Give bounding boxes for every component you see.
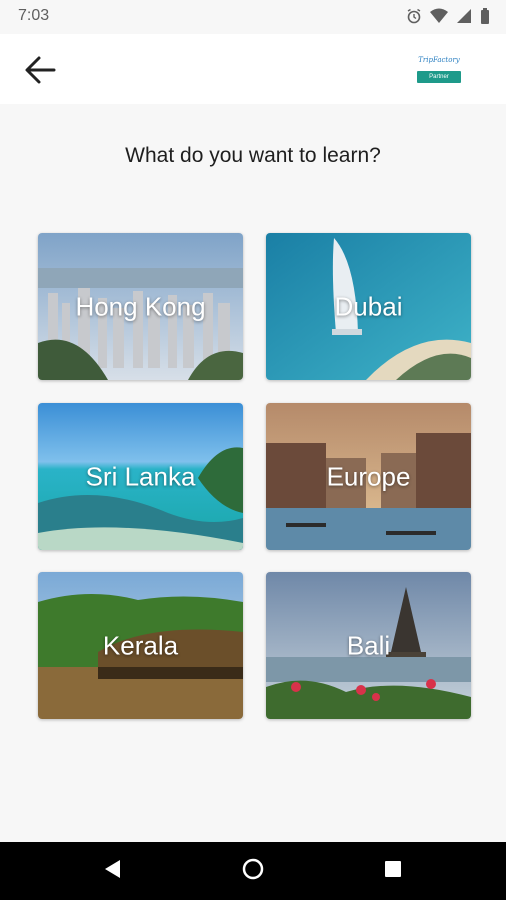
destination-label: Bali [346, 630, 391, 660]
tripfactory-partner-logo: TripFactory Partner [414, 48, 464, 90]
destination-tile-dubai[interactable]: Dubai [266, 233, 471, 380]
app-bar: TripFactory Partner [0, 34, 506, 104]
destination-tile-sri-lanka[interactable]: Sri Lanka [38, 403, 243, 550]
destination-label: Dubai [334, 291, 403, 321]
battery-icon [480, 8, 490, 29]
destination-tile-hong-kong[interactable]: Hong Kong [38, 233, 243, 380]
signal-icon [456, 8, 472, 29]
main-content: What do you want to learn? Hong Kong Dub… [0, 104, 506, 842]
destination-tile-bali[interactable]: Bali [266, 572, 471, 719]
wifi-icon [430, 8, 448, 29]
status-icons [406, 8, 490, 29]
destination-label: Sri Lanka [85, 461, 196, 491]
nav-recent-icon [383, 859, 403, 884]
status-time: 7:03 [18, 7, 50, 24]
nav-recent-button[interactable] [378, 856, 408, 886]
page-title: What do you want to learn? [125, 144, 381, 167]
arrow-left-icon [23, 53, 57, 92]
back-button[interactable] [20, 52, 60, 92]
logo-brand-text: TripFactory [418, 56, 460, 64]
system-nav-bar [0, 842, 506, 900]
destination-label: Europe [326, 461, 411, 491]
logo-partner-badge: Partner [417, 71, 461, 83]
alarm-icon [406, 8, 422, 29]
destination-label: Hong Kong [75, 291, 206, 321]
nav-back-icon [102, 858, 124, 885]
destination-label: Kerala [102, 630, 179, 660]
nav-back-button[interactable] [98, 856, 128, 886]
nav-home-button[interactable] [238, 856, 268, 886]
nav-home-icon [241, 857, 265, 886]
destination-tile-kerala[interactable]: Kerala [38, 572, 243, 719]
destination-tile-europe[interactable]: Europe [266, 403, 471, 550]
status-bar: 7:03 [0, 0, 506, 34]
